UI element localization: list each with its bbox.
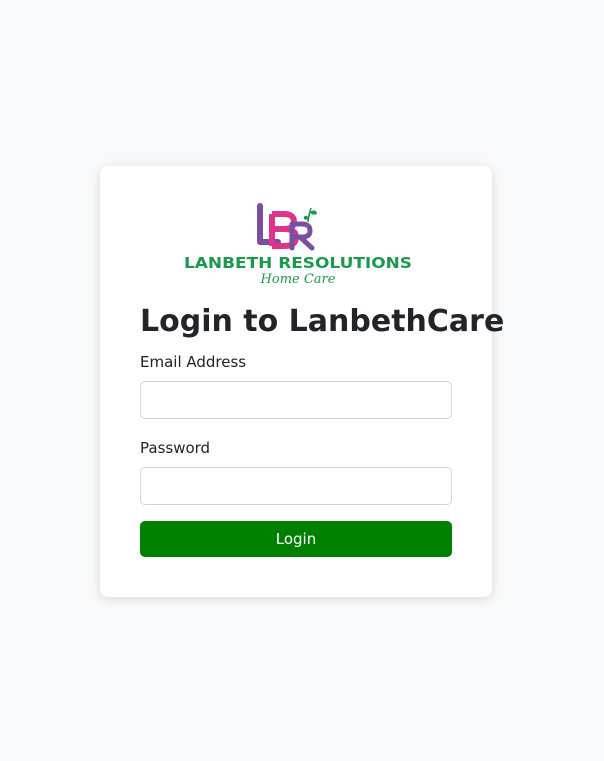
company-logo-graphic: LANBETH RESOLUTIONS Home Care	[184, 203, 412, 287]
page-title: Login to LanbethCare	[140, 304, 505, 339]
company-name: LANBETH RESOLUTIONS	[184, 254, 412, 272]
login-card: LANBETH RESOLUTIONS Home Care Login to L…	[100, 166, 504, 597]
password-field[interactable]	[140, 467, 452, 505]
email-label: Email Address	[140, 353, 247, 371]
email-field[interactable]	[140, 381, 452, 419]
login-button[interactable]: Login	[140, 521, 452, 557]
company-tagline: Home Care	[260, 272, 336, 287]
password-label: Password	[140, 439, 211, 457]
company-logo: LANBETH RESOLUTIONS Home Care	[180, 202, 416, 288]
